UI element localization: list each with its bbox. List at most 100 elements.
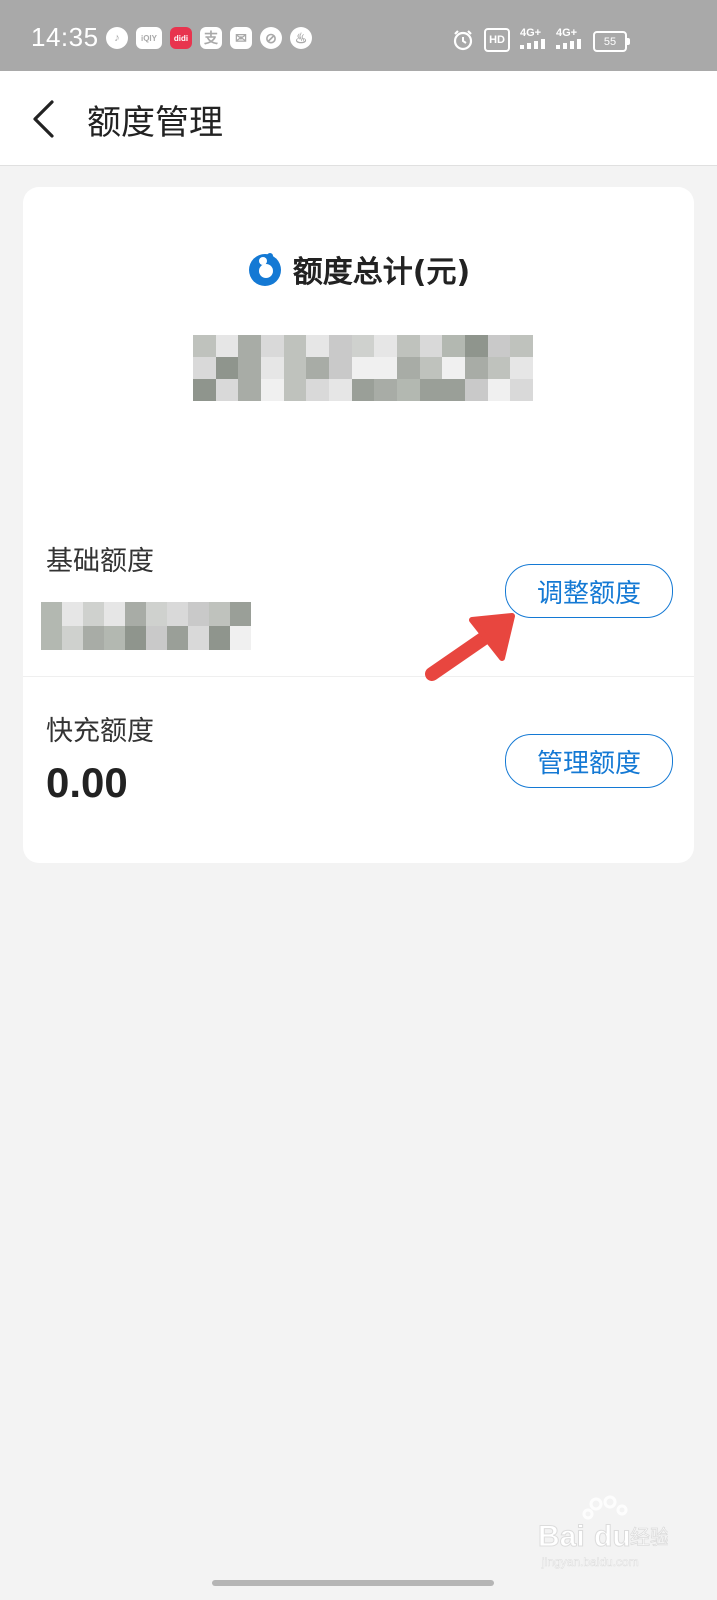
signal-bars-icon <box>520 39 545 49</box>
mosaic-cell <box>238 357 261 379</box>
brand-logo-icon <box>248 253 281 286</box>
mosaic-cell <box>374 335 397 357</box>
app-header: 额度管理 <box>0 71 717 166</box>
mosaic-cell <box>193 379 216 401</box>
mosaic-cell <box>167 602 188 626</box>
mosaic-cell <box>125 626 146 650</box>
mosaic-cell <box>283 379 307 401</box>
mosaic-cell <box>215 379 239 401</box>
mosaic-cell <box>464 379 488 401</box>
mosaic-cell <box>215 335 239 357</box>
quick-quota-value: 0.00 <box>46 759 128 806</box>
mosaic-cell <box>238 379 261 401</box>
mosaic-cell <box>260 335 284 357</box>
mosaic-cell <box>442 335 465 357</box>
signal-icon-2: 4G+ <box>556 28 582 52</box>
mosaic-cell <box>83 626 104 650</box>
mosaic-cell <box>487 335 511 357</box>
mosaic-cell <box>104 626 125 650</box>
divider <box>23 676 694 677</box>
mosaic-cell <box>374 379 397 401</box>
svg-text:经验: 经验 <box>630 1525 668 1549</box>
mosaic-cell <box>238 335 261 357</box>
fire-icon: ♨ <box>290 27 312 49</box>
manage-quota-button[interactable]: 管理额度 <box>505 734 673 788</box>
page-title: 额度管理 <box>87 103 223 143</box>
mosaic-cell <box>62 626 83 650</box>
back-arrow-icon[interactable] <box>30 99 58 139</box>
mosaic-cell <box>260 379 284 401</box>
base-quota-value-redacted <box>41 602 251 650</box>
mosaic-cell <box>442 357 465 379</box>
svg-text:du: du <box>594 1520 631 1553</box>
mosaic-cell <box>215 357 239 379</box>
mosaic-cell <box>487 379 511 401</box>
didi-icon: didi <box>170 27 192 49</box>
music-icon: ♪ <box>106 27 128 49</box>
mosaic-cell <box>351 379 375 401</box>
signal-icon-1: 4G+ <box>520 28 546 52</box>
total-quota-value-redacted <box>193 335 533 401</box>
mosaic-cell <box>510 335 533 357</box>
speedometer-icon: ⊘ <box>260 27 282 49</box>
mosaic-cell <box>83 602 104 626</box>
alipay-icon: 支 <box>200 27 222 49</box>
signal-bars-icon <box>556 39 581 49</box>
mosaic-cell <box>328 379 352 401</box>
mosaic-cell <box>209 626 230 650</box>
battery-icon: 55 <box>593 31 630 52</box>
mosaic-cell <box>41 626 62 650</box>
base-quota-label: 基础额度 <box>46 546 154 577</box>
mosaic-cell <box>396 379 420 401</box>
mosaic-cell <box>306 357 329 379</box>
mosaic-cell <box>442 379 465 401</box>
mosaic-cell <box>283 357 307 379</box>
mosaic-cell <box>41 602 62 626</box>
mosaic-cell <box>193 335 216 357</box>
notification-icons: ♪ iQIY didi 支 ✉ ⊘ ♨ <box>106 27 312 49</box>
baidu-jingyan-watermark-icon: Bai du 经验 jingyan.baidu.com <box>538 1495 668 1569</box>
annotation-arrow-icon <box>425 613 515 681</box>
mosaic-cell <box>193 357 216 379</box>
mosaic-cell <box>146 626 167 650</box>
mosaic-cell <box>328 335 352 357</box>
mosaic-cell <box>419 357 443 379</box>
mosaic-cell <box>351 335 375 357</box>
mosaic-cell <box>464 335 488 357</box>
mosaic-cell <box>351 357 375 379</box>
svg-text:Bai: Bai <box>538 1520 585 1553</box>
adjust-quota-button[interactable]: 调整额度 <box>505 564 673 618</box>
mail-icon: ✉ <box>230 27 252 49</box>
total-quota-heading: 额度总计(元) <box>23 247 694 291</box>
mosaic-cell <box>396 357 420 379</box>
mosaic-cell <box>230 602 251 626</box>
mosaic-cell <box>396 335 420 357</box>
home-indicator[interactable] <box>212 1580 494 1586</box>
mosaic-cell <box>125 602 146 626</box>
mosaic-cell <box>510 357 533 379</box>
mosaic-cell <box>260 357 284 379</box>
quota-card: 额度总计(元) 基础额度 调整额度 快充额度 0.00 管理额度 <box>23 187 694 863</box>
svg-text:jingyan.baidu.com: jingyan.baidu.com <box>541 1555 639 1569</box>
mosaic-cell <box>374 357 397 379</box>
status-time: 14:35 <box>31 22 99 52</box>
system-icons: HD 4G+ 4G+ <box>452 28 582 52</box>
mosaic-cell <box>419 379 443 401</box>
signal-type-1: 4G+ <box>520 27 542 39</box>
status-bar: 14:35 ♪ iQIY didi 支 ✉ ⊘ ♨ HD 4G+ 4G+ 55 <box>0 0 717 71</box>
mosaic-cell <box>209 602 230 626</box>
mosaic-cell <box>167 626 188 650</box>
mosaic-cell <box>230 626 251 650</box>
mosaic-cell <box>104 602 125 626</box>
mosaic-cell <box>306 335 329 357</box>
mosaic-cell <box>487 357 511 379</box>
signal-type-2: 4G+ <box>556 27 578 39</box>
quick-quota-label: 快充额度 <box>46 716 154 747</box>
mosaic-cell <box>62 602 83 626</box>
mosaic-cell <box>146 602 167 626</box>
mosaic-cell <box>188 626 209 650</box>
mosaic-cell <box>306 379 329 401</box>
alarm-icon <box>454 30 473 51</box>
total-quota-label: 额度总计(元) <box>292 255 471 290</box>
mosaic-cell <box>510 379 533 401</box>
